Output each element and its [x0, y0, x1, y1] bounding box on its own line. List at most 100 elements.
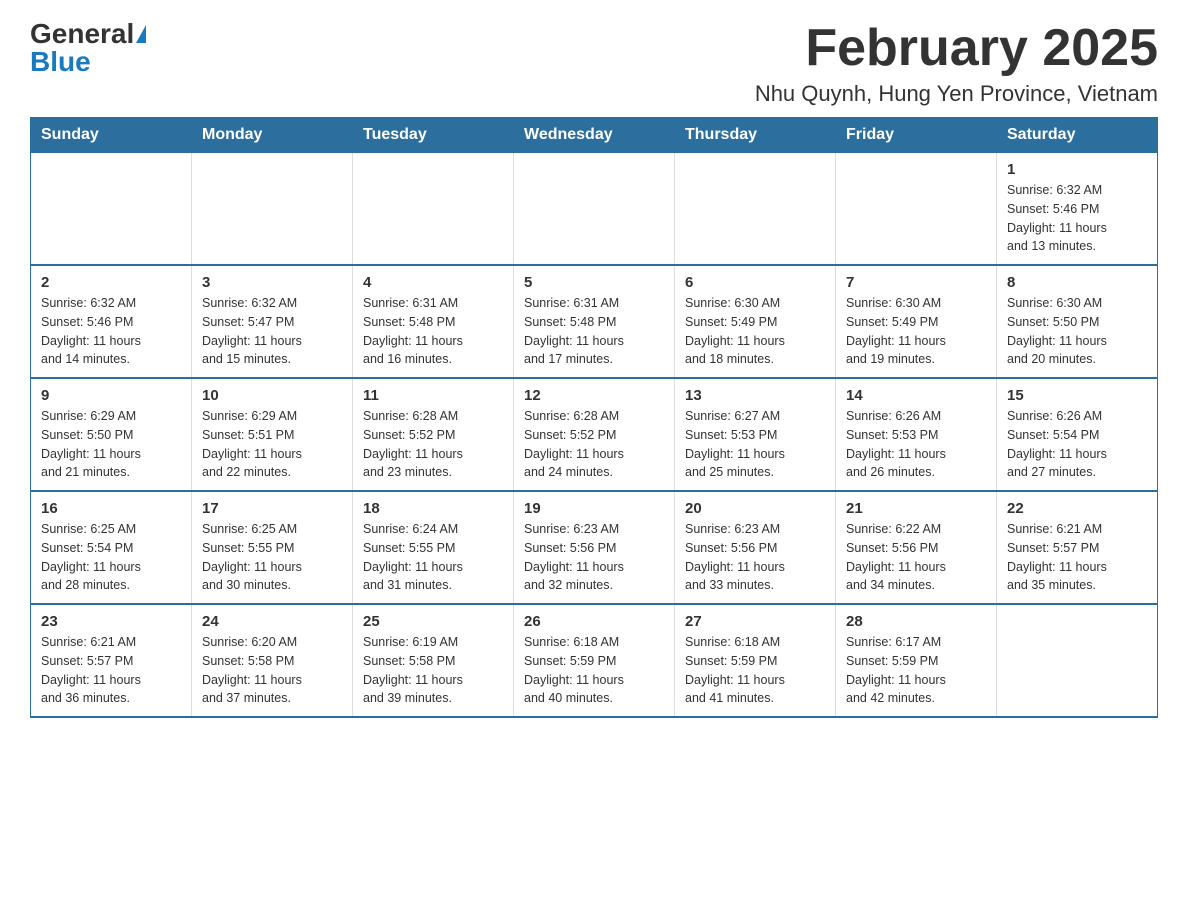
logo-blue-text: Blue — [30, 48, 91, 76]
day-info: Sunrise: 6:28 AMSunset: 5:52 PMDaylight:… — [363, 407, 503, 482]
day-number: 19 — [524, 500, 664, 517]
day-info: Sunrise: 6:30 AMSunset: 5:49 PMDaylight:… — [846, 294, 986, 369]
calendar-day-cell: 9 Sunrise: 6:29 AMSunset: 5:50 PMDaylight… — [31, 378, 192, 491]
calendar-day-cell — [514, 153, 675, 266]
day-number: 2 — [41, 274, 181, 291]
day-info: Sunrise: 6:27 AMSunset: 5:53 PMDaylight:… — [685, 407, 825, 482]
calendar-header-row: SundayMondayTuesdayWednesdayThursdayFrid… — [31, 118, 1158, 153]
calendar-day-cell: 14Sunrise: 6:26 AMSunset: 5:53 PMDayligh… — [836, 378, 997, 491]
calendar-day-cell: 7 Sunrise: 6:30 AMSunset: 5:49 PMDaylight… — [836, 265, 997, 378]
calendar-day-cell: 17 Sunrise: 6:25 AMSunset: 5:55 PMDayligh… — [192, 491, 353, 604]
day-info: Sunrise: 6:19 AMSunset: 5:58 PMDaylight:… — [363, 633, 503, 708]
logo-general-text: General — [30, 20, 134, 48]
day-info: Sunrise: 6:25 AMSunset: 5:54 PMDaylight:… — [41, 520, 181, 595]
calendar-day-cell — [675, 153, 836, 266]
calendar-day-cell: 1Sunrise: 6:32 AMSunset: 5:46 PMDaylight… — [997, 153, 1158, 266]
day-number: 7 — [846, 274, 986, 291]
day-info: Sunrise: 6:25 AMSunset: 5:55 PMDaylight:… — [202, 520, 342, 595]
calendar-day-cell — [31, 153, 192, 266]
weekday-header: Monday — [192, 118, 353, 153]
day-number: 8 — [1007, 274, 1147, 291]
calendar-day-cell: 15 Sunrise: 6:26 AMSunset: 5:54 PMDayligh… — [997, 378, 1158, 491]
day-info: Sunrise: 6:20 AMSunset: 5:58 PMDaylight:… — [202, 633, 342, 708]
weekday-header: Saturday — [997, 118, 1158, 153]
calendar-day-cell: 6 Sunrise: 6:30 AMSunset: 5:49 PMDaylight… — [675, 265, 836, 378]
day-info: Sunrise: 6:29 AMSunset: 5:51 PMDaylight:… — [202, 407, 342, 482]
calendar-day-cell: 2 Sunrise: 6:32 AMSunset: 5:46 PMDaylight… — [31, 265, 192, 378]
title-block: February 2025 Nhu Quynh, Hung Yen Provin… — [755, 20, 1158, 107]
calendar-week-row: 2 Sunrise: 6:32 AMSunset: 5:46 PMDaylight… — [31, 265, 1158, 378]
calendar-day-cell: 22 Sunrise: 6:21 AMSunset: 5:57 PMDayligh… — [997, 491, 1158, 604]
calendar-day-cell: 10 Sunrise: 6:29 AMSunset: 5:51 PMDayligh… — [192, 378, 353, 491]
calendar-day-cell: 16 Sunrise: 6:25 AMSunset: 5:54 PMDayligh… — [31, 491, 192, 604]
calendar-day-cell — [353, 153, 514, 266]
day-info: Sunrise: 6:31 AMSunset: 5:48 PMDaylight:… — [524, 294, 664, 369]
calendar-day-cell: 3 Sunrise: 6:32 AMSunset: 5:47 PMDaylight… — [192, 265, 353, 378]
calendar-day-cell: 28 Sunrise: 6:17 AMSunset: 5:59 PMDayligh… — [836, 604, 997, 717]
day-info: Sunrise: 6:32 AMSunset: 5:46 PMDaylight:… — [41, 294, 181, 369]
day-number: 12 — [524, 387, 664, 404]
calendar-day-cell: 18Sunrise: 6:24 AMSunset: 5:55 PMDayligh… — [353, 491, 514, 604]
calendar-day-cell: 12Sunrise: 6:28 AMSunset: 5:52 PMDayligh… — [514, 378, 675, 491]
calendar-day-cell: 8 Sunrise: 6:30 AMSunset: 5:50 PMDaylight… — [997, 265, 1158, 378]
weekday-header: Sunday — [31, 118, 192, 153]
weekday-header: Friday — [836, 118, 997, 153]
calendar-day-cell: 13Sunrise: 6:27 AMSunset: 5:53 PMDayligh… — [675, 378, 836, 491]
day-info: Sunrise: 6:30 AMSunset: 5:50 PMDaylight:… — [1007, 294, 1147, 369]
day-info: Sunrise: 6:31 AMSunset: 5:48 PMDaylight:… — [363, 294, 503, 369]
day-info: Sunrise: 6:32 AMSunset: 5:47 PMDaylight:… — [202, 294, 342, 369]
day-number: 5 — [524, 274, 664, 291]
day-info: Sunrise: 6:23 AMSunset: 5:56 PMDaylight:… — [685, 520, 825, 595]
day-info: Sunrise: 6:23 AMSunset: 5:56 PMDaylight:… — [524, 520, 664, 595]
day-info: Sunrise: 6:26 AMSunset: 5:54 PMDaylight:… — [1007, 407, 1147, 482]
day-number: 11 — [363, 387, 503, 404]
calendar-day-cell — [192, 153, 353, 266]
calendar-week-row: 9 Sunrise: 6:29 AMSunset: 5:50 PMDaylight… — [31, 378, 1158, 491]
day-number: 4 — [363, 274, 503, 291]
day-info: Sunrise: 6:29 AMSunset: 5:50 PMDaylight:… — [41, 407, 181, 482]
calendar-day-cell: 4 Sunrise: 6:31 AMSunset: 5:48 PMDaylight… — [353, 265, 514, 378]
day-info: Sunrise: 6:21 AMSunset: 5:57 PMDaylight:… — [41, 633, 181, 708]
calendar-week-row: 16 Sunrise: 6:25 AMSunset: 5:54 PMDayligh… — [31, 491, 1158, 604]
day-info: Sunrise: 6:18 AMSunset: 5:59 PMDaylight:… — [685, 633, 825, 708]
calendar-day-cell: 26 Sunrise: 6:18 AMSunset: 5:59 PMDayligh… — [514, 604, 675, 717]
day-info: Sunrise: 6:17 AMSunset: 5:59 PMDaylight:… — [846, 633, 986, 708]
weekday-header: Wednesday — [514, 118, 675, 153]
day-number: 18 — [363, 500, 503, 517]
calendar-day-cell: 23 Sunrise: 6:21 AMSunset: 5:57 PMDayligh… — [31, 604, 192, 717]
day-number: 25 — [363, 613, 503, 630]
month-title: February 2025 — [755, 20, 1158, 77]
day-number: 16 — [41, 500, 181, 517]
calendar-day-cell: 11 Sunrise: 6:28 AMSunset: 5:52 PMDayligh… — [353, 378, 514, 491]
day-info: Sunrise: 6:22 AMSunset: 5:56 PMDaylight:… — [846, 520, 986, 595]
day-number: 15 — [1007, 387, 1147, 404]
day-info: Sunrise: 6:18 AMSunset: 5:59 PMDaylight:… — [524, 633, 664, 708]
day-info: Sunrise: 6:30 AMSunset: 5:49 PMDaylight:… — [685, 294, 825, 369]
calendar-table: SundayMondayTuesdayWednesdayThursdayFrid… — [30, 117, 1158, 718]
logo: General Blue — [30, 20, 146, 76]
day-number: 22 — [1007, 500, 1147, 517]
calendar-day-cell: 24Sunrise: 6:20 AMSunset: 5:58 PMDayligh… — [192, 604, 353, 717]
calendar-day-cell: 21 Sunrise: 6:22 AMSunset: 5:56 PMDayligh… — [836, 491, 997, 604]
calendar-day-cell: 5 Sunrise: 6:31 AMSunset: 5:48 PMDaylight… — [514, 265, 675, 378]
calendar-day-cell: 19 Sunrise: 6:23 AMSunset: 5:56 PMDayligh… — [514, 491, 675, 604]
day-number: 27 — [685, 613, 825, 630]
day-number: 17 — [202, 500, 342, 517]
day-number: 23 — [41, 613, 181, 630]
day-number: 21 — [846, 500, 986, 517]
day-number: 26 — [524, 613, 664, 630]
day-number: 6 — [685, 274, 825, 291]
weekday-header: Thursday — [675, 118, 836, 153]
day-number: 9 — [41, 387, 181, 404]
day-number: 20 — [685, 500, 825, 517]
calendar-day-cell — [836, 153, 997, 266]
day-info: Sunrise: 6:26 AMSunset: 5:53 PMDaylight:… — [846, 407, 986, 482]
location-title: Nhu Quynh, Hung Yen Province, Vietnam — [755, 81, 1158, 107]
page-header: General Blue February 2025 Nhu Quynh, Hu… — [30, 20, 1158, 107]
day-number: 28 — [846, 613, 986, 630]
day-number: 10 — [202, 387, 342, 404]
day-number: 3 — [202, 274, 342, 291]
day-info: Sunrise: 6:21 AMSunset: 5:57 PMDaylight:… — [1007, 520, 1147, 595]
logo-triangle-icon — [136, 25, 146, 43]
calendar-week-row: 23 Sunrise: 6:21 AMSunset: 5:57 PMDayligh… — [31, 604, 1158, 717]
